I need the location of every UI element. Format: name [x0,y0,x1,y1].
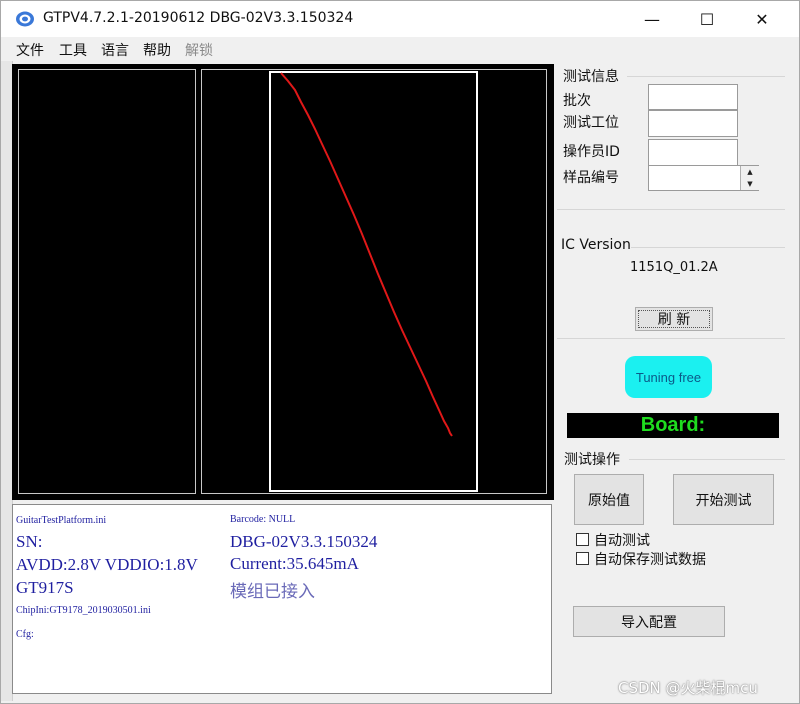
maximize-icon: ☐ [699,9,715,29]
operator-id-label: 操作员ID [563,144,620,160]
raw-value-button-label: 原始值 [588,492,630,509]
board-status-display: Board: [567,413,779,438]
menu-language[interactable]: 语言 [101,40,129,60]
app-window: GTPV4.7.2.1-20190612 DBG-02V3.3.150324 —… [0,0,800,704]
app-logo-icon [16,11,34,27]
touch-plot-area [12,64,554,500]
close-button[interactable]: ✕ [739,1,785,37]
batch-label: 批次 [563,93,591,109]
voltage-text: AVDD:2.8V VDDIO:1.8V [16,555,198,574]
spin-up-icon[interactable]: ▲ [741,166,759,178]
tuning-free-indicator: Tuning free [625,356,712,398]
menu-help[interactable]: 帮助 [143,40,171,60]
dbg-version-text: DBG-02V3.3.150324 [230,532,378,551]
menu-unlock[interactable]: 解锁 [185,40,213,60]
touch-trace-line [280,72,453,437]
refresh-button[interactable]: 刷 新 [635,307,713,331]
ic-version-bottom-divider [557,338,785,339]
sample-number-spinner[interactable]: ▲ ▼ [740,166,759,190]
cfg-text: Cfg: [16,629,34,640]
sn-text: SN: [16,532,43,551]
test-info-divider [627,76,785,77]
raw-value-button[interactable]: 原始值 [574,474,644,525]
start-test-button-label: 开始测试 [695,492,752,509]
module-status-text: 模组已接入 [230,582,315,601]
ic-version-value: 1151Q_01.2A [630,260,718,275]
window-title: GTPV4.7.2.1-20190612 DBG-02V3.3.150324 [43,10,354,26]
import-config-button[interactable]: 导入配置 [573,606,725,637]
title-bar: GTPV4.7.2.1-20190612 DBG-02V3.3.150324 —… [1,1,799,37]
barcode-text: Barcode: NULL [230,514,296,525]
menu-file[interactable]: 文件 [16,40,44,60]
device-info-panel: GuitarTestPlatform.ini Barcode: NULL SN:… [12,504,552,694]
touch-trace-plot [280,72,453,437]
minimize-button[interactable]: — [629,1,675,37]
auto-test-label[interactable]: 自动测试 [594,530,650,550]
station-input[interactable] [648,110,738,137]
ini-file-text: GuitarTestPlatform.ini [16,515,107,526]
operator-id-input[interactable] [648,139,738,166]
test-ops-title: 测试操作 [564,452,620,468]
import-config-button-label: 导入配置 [621,614,677,631]
csdn-watermark: CSDN @火柴棍mcu [618,679,758,697]
test-info-bottom-divider [557,209,785,210]
ic-version-title: IC Version [561,237,631,253]
auto-test-checkbox[interactable] [576,533,589,546]
start-test-button[interactable]: 开始测试 [673,474,774,525]
chip-ini-text: ChipIni:GT9178_2019030501.ini [16,605,151,616]
sample-number-label: 样品编号 [563,170,619,186]
chip-model-text: GT917S [16,578,74,597]
menu-tools[interactable]: 工具 [59,40,87,60]
close-icon: ✕ [755,9,769,29]
minimize-icon: — [644,9,660,29]
tuning-free-label: Tuning free [635,369,702,385]
board-label: Board: [640,414,706,436]
maximize-button[interactable]: ☐ [684,1,730,37]
menu-bar: 文件 工具 语言 帮助 解锁 [1,37,799,61]
current-text: Current:35.645mA [230,554,359,573]
test-info-title: 测试信息 [563,69,619,85]
ic-version-divider [631,247,785,248]
spin-down-icon[interactable]: ▼ [741,178,759,190]
test-ops-divider [629,459,785,460]
auto-save-checkbox[interactable] [576,552,589,565]
batch-input[interactable] [648,84,738,110]
station-label: 测试工位 [563,115,619,131]
refresh-focus-ring [638,310,710,328]
auto-save-label[interactable]: 自动保存测试数据 [594,549,706,569]
